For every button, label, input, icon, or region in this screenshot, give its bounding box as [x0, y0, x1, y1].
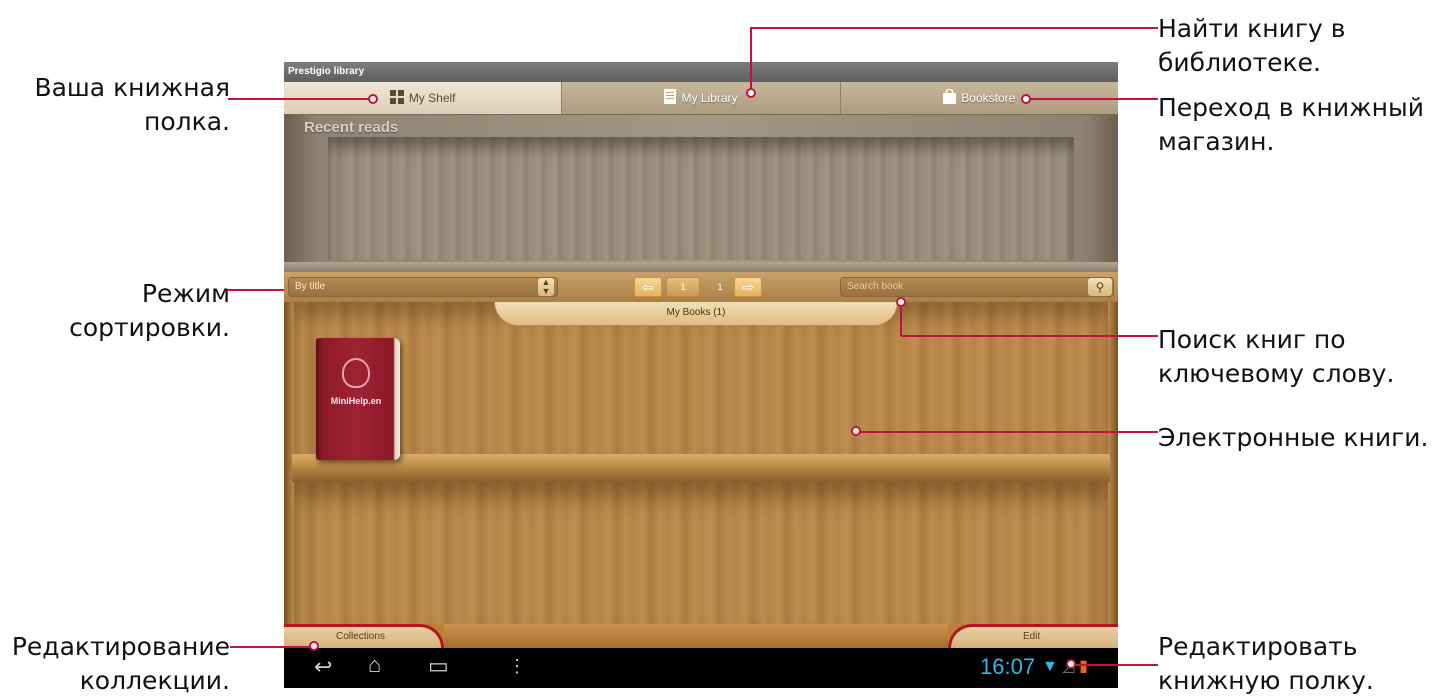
- tab-my-library-label: My Library: [681, 91, 738, 105]
- callout-dot: [1066, 659, 1076, 669]
- recent-reads-title: Recent reads: [304, 119, 399, 136]
- bottom-bar-middle: [444, 624, 948, 648]
- callout-go-to-store: Переход в книжный магазин.: [1158, 93, 1424, 156]
- shelf-edge: [284, 262, 1118, 272]
- tab-my-shelf-label: My Shelf: [408, 91, 456, 105]
- home-icon[interactable]: ⌂: [368, 652, 381, 678]
- shelf-label: My Books (1): [494, 302, 898, 326]
- callout-dot: [309, 641, 319, 651]
- callout-line: [860, 431, 1158, 433]
- bag-icon: [943, 88, 957, 107]
- shelf-toolbar: By title ▲ ▼ ⇦ 1 1 ⇨ Search book ⚲: [284, 272, 1118, 302]
- callout-line: [901, 335, 1158, 337]
- book-emblem-icon: [342, 358, 370, 388]
- callout-sort-mode: Режим сортировки.: [69, 279, 230, 342]
- callout-dot: [746, 88, 756, 98]
- grid-icon: [389, 89, 404, 107]
- search-icon[interactable]: ⚲: [1088, 278, 1112, 296]
- tab-bar: My Shelf My Library Bookstore: [284, 82, 1118, 115]
- callout-find-in-library: Найти книгу в библиотеке.: [1158, 14, 1346, 77]
- bottom-bar: Collections Edit: [284, 624, 1118, 648]
- menu-icon[interactable]: ⋮: [508, 656, 526, 677]
- book-title: MiniHelp.en: [330, 396, 382, 406]
- status-clock: 16:07: [980, 654, 1036, 679]
- shelf-back: [294, 482, 1108, 624]
- callout-line: [1074, 664, 1158, 666]
- callout-dot: [896, 297, 906, 307]
- search-input[interactable]: Search book: [840, 277, 1114, 297]
- app-title-bar: Prestigio library: [284, 62, 1118, 82]
- callout-line: [750, 27, 752, 93]
- tab-bookstore-label: Bookstore: [961, 91, 1016, 105]
- next-page-button[interactable]: ⇨: [734, 277, 762, 297]
- tab-my-library[interactable]: My Library: [562, 82, 841, 114]
- recent-reads-shelf: Recent reads: [284, 115, 1118, 270]
- callout-line: [228, 98, 370, 100]
- callout-my-shelf: Ваша книжная полка.: [34, 73, 230, 136]
- prev-page-button[interactable]: ⇦: [634, 277, 662, 297]
- callout-line: [1026, 98, 1158, 100]
- android-nav-bar: ↩ ⌂ ▭ ⋮ 16:07 ▼ ◿ ▮: [284, 648, 1118, 688]
- page-total: 1: [717, 282, 723, 292]
- callout-edit-collections: Редактирование коллекции.: [11, 632, 230, 695]
- callout-line: [751, 27, 1158, 29]
- callout-dot: [1021, 94, 1031, 104]
- recent-apps-icon[interactable]: ▭: [428, 653, 449, 679]
- callout-dot: [368, 94, 378, 104]
- shelf-plank: [292, 454, 1110, 482]
- wifi-icon: ▼: [1042, 658, 1058, 675]
- book-item[interactable]: MiniHelp.en: [316, 338, 400, 460]
- callout-dot: [851, 426, 861, 436]
- sort-dropdown-icon[interactable]: ▲ ▼: [538, 278, 554, 296]
- callout-ebooks: Электронные книги.: [1158, 423, 1429, 452]
- edit-button[interactable]: Edit: [948, 624, 1118, 648]
- callout-edit-shelf: Редактировать книжную полку.: [1158, 632, 1374, 695]
- my-books-shelf: My Books (1) MiniHelp.en: [284, 302, 1118, 624]
- callout-line: [900, 302, 902, 336]
- list-icon: [664, 89, 677, 107]
- tablet-screen: Prestigio library My Shelf My Library Bo…: [284, 62, 1118, 688]
- callout-line: [230, 646, 312, 648]
- callout-search-keyword: Поиск книг по ключевому слову.: [1158, 325, 1395, 388]
- status-icons: ▼ ◿ ▮: [1042, 656, 1088, 676]
- page-number-input[interactable]: 1: [666, 277, 700, 297]
- battery-icon: ▮: [1079, 658, 1088, 675]
- collections-button[interactable]: Collections: [284, 624, 444, 648]
- callout-line: [228, 289, 284, 291]
- back-icon[interactable]: ↩: [314, 654, 332, 680]
- sort-select[interactable]: By title: [288, 277, 558, 297]
